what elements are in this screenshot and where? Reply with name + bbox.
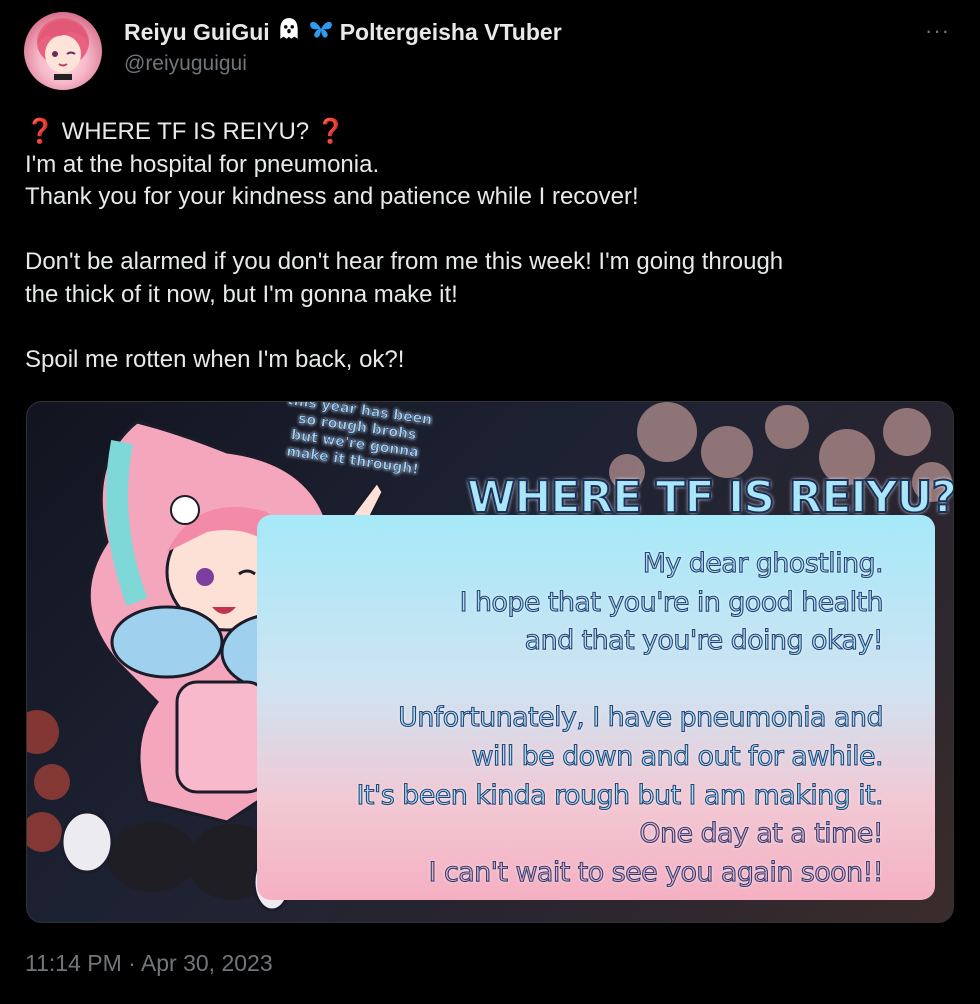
tweet-heading: WHERE TF IS REIYU? [61,118,310,145]
ghost-icon [276,16,302,48]
avatar[interactable] [24,12,102,90]
message-line: One day at a time! [639,818,884,850]
tweet-timestamp[interactable]: 11:14 PM · Apr 30, 2023 [25,950,273,977]
tweet-line: Thank you for your kindness and patience… [25,183,639,210]
author-handle[interactable]: @reiyuguigui [124,52,247,76]
tweet-image[interactable]: this year has been so rough brohs but we… [26,401,954,923]
red-question-icon: ❓ [315,118,346,145]
message-line: I hope that you're in good health [459,586,884,618]
message-line: will be down and out for awhile. [471,740,884,772]
author-badges: Poltergeisha VTuber [339,18,562,45]
display-name[interactable]: Reiyu GuiGui [124,19,270,46]
butterfly-icon [308,16,334,48]
message-line: It's been kinda rough but I am making it… [356,779,884,811]
tweet-line: I'm at the hospital for pneumonia. [25,150,380,178]
red-question-icon: ❓ [25,118,55,145]
tweet-text: ❓ WHERE TF IS REIYU? ❓ I'm at the hospit… [25,116,955,376]
tweet-line: ❓ WHERE TF IS REIYU? ❓ [25,116,955,149]
author-name-row[interactable]: Reiyu GuiGui Poltergeisha VTuber [124,16,562,48]
message-line: I can't wait to see you again soon!! [428,856,884,888]
image-message: My dear ghostling. I hope that you're in… [263,545,885,892]
avatar-image [37,18,89,80]
tweet: Reiyu GuiGui Poltergeisha VTuber @reiyug… [0,0,980,1004]
tweet-line: Don't be alarmed if you don't hear from … [25,248,784,275]
message-line: and that you're doing okay! [524,625,884,657]
tweet-line: Spoil me rotten when I'm back, ok?! [25,345,405,373]
message-line: My dear ghostling. [642,547,884,579]
image-title: WHERE TF IS REIYU? [466,471,954,524]
tweet-line: the thick of it now, but I'm gonna make … [25,280,458,308]
message-line: Unfortunately, I have pneumonia and [398,702,885,734]
more-options-icon[interactable]: ··· [925,18,950,44]
